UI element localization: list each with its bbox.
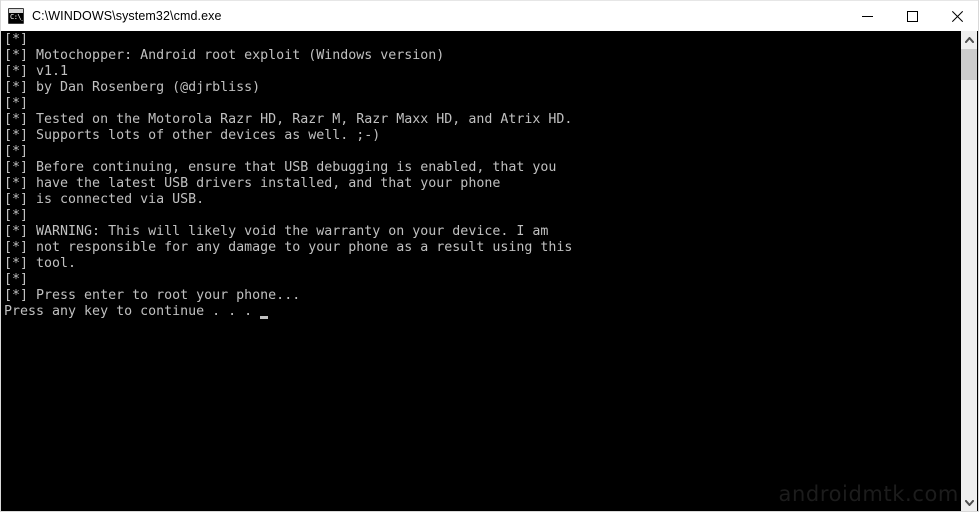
console-text: [*] [*] Motochopper: Android root exploi… — [4, 32, 573, 319]
text-cursor — [260, 316, 269, 319]
close-icon — [952, 10, 963, 22]
scrollbar-thumb[interactable] — [961, 49, 977, 80]
scrollbar-track[interactable] — [961, 48, 977, 494]
close-button[interactable] — [935, 1, 978, 32]
chevron-up-icon — [964, 36, 974, 43]
cmd-console-icon: C:\_ — [8, 8, 24, 24]
maximize-icon — [907, 10, 918, 22]
minimize-icon — [862, 15, 873, 17]
scroll-down-button[interactable] — [961, 494, 977, 511]
scroll-up-button[interactable] — [961, 31, 977, 48]
maximize-button[interactable] — [890, 1, 935, 32]
cmd-icon-prompt-text: C:\_ — [10, 13, 23, 21]
vertical-scrollbar[interactable] — [961, 31, 977, 511]
caption-button-group — [845, 1, 978, 32]
cmd-window: C:\_ C:\WINDOWS\system32\cmd.exe — [0, 0, 979, 512]
minimize-button[interactable] — [845, 1, 890, 32]
window-title: C:\WINDOWS\system32\cmd.exe — [32, 9, 222, 23]
title-bar[interactable]: C:\_ C:\WINDOWS\system32\cmd.exe — [1, 0, 978, 32]
chevron-down-icon — [964, 499, 974, 506]
watermark: androidmtk.com — [778, 482, 959, 506]
console-output-area[interactable]: [*] [*] Motochopper: Android root exploi… — [2, 31, 963, 511]
